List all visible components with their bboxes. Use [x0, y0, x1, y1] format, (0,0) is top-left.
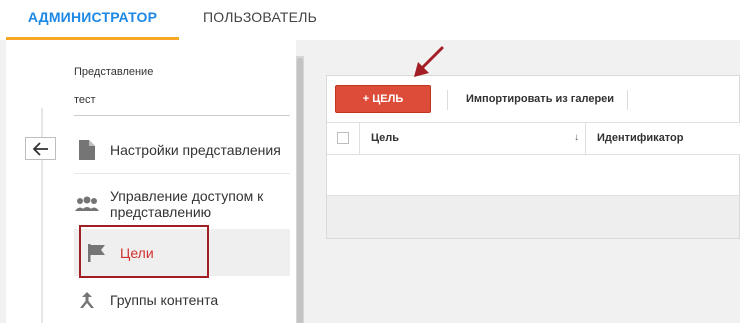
divider	[74, 173, 290, 174]
top-tab-bar: АДМИНИСТРАТОР ПОЛЬЗОВАТЕЛЬ	[0, 0, 740, 40]
sidebar-item-content-grouping[interactable]: Группы контента	[74, 287, 290, 313]
sidebar-item-view-settings[interactable]: Настройки представления	[74, 137, 290, 163]
goals-panel: + ЦЕЛЬ Импортировать из галереи Цель ↓ И…	[326, 75, 740, 239]
select-all-checkbox[interactable]	[337, 132, 349, 144]
view-selector[interactable]: тест	[74, 94, 290, 116]
sidebar-item-label: Управление доступом к представлению	[110, 188, 264, 220]
add-goal-button[interactable]: + ЦЕЛЬ	[335, 85, 431, 113]
people-icon	[74, 191, 100, 217]
table-body	[327, 155, 739, 195]
flag-icon	[84, 240, 110, 266]
goals-toolbar: + ЦЕЛЬ Импортировать из галереи	[327, 76, 740, 122]
toolbar-divider	[627, 90, 628, 110]
table-header: Цель ↓ Идентификатор	[327, 122, 740, 155]
tab-user[interactable]: ПОЛЬЗОВАТЕЛЬ	[203, 0, 317, 40]
sidebar-item-label: Группы контента	[110, 292, 219, 308]
toolbar-divider	[447, 90, 448, 110]
sort-arrow-icon: ↓	[574, 132, 579, 143]
column-header-goal[interactable]: Цель ↓	[360, 123, 586, 154]
table-footer	[327, 195, 739, 238]
content-grouping-icon	[74, 287, 100, 313]
left-navigation-panel: Представление тест Настройки представлен…	[6, 40, 296, 323]
sidebar-item-access-management[interactable]: Управление доступом к представлению	[74, 186, 290, 222]
view-label: Представление	[74, 66, 154, 78]
document-icon	[74, 137, 100, 163]
sidebar-item-label: Цели	[120, 244, 154, 261]
column-header-id[interactable]: Идентификатор	[586, 123, 740, 154]
sidebar-item-label: Настройки представления	[110, 142, 281, 158]
back-button[interactable]	[25, 137, 56, 160]
scrollbar-thumb[interactable]	[297, 58, 303, 323]
column-label: Идентификатор	[597, 132, 684, 144]
select-all-cell	[327, 123, 360, 154]
column-label: Цель	[371, 132, 400, 144]
tab-administrator[interactable]: АДМИНИСТРАТОР	[6, 0, 179, 40]
import-from-gallery-button[interactable]: Импортировать из галереи	[466, 93, 614, 105]
sidebar-item-goals[interactable]: Цели	[74, 229, 290, 276]
arrow-left-icon	[32, 141, 48, 156]
